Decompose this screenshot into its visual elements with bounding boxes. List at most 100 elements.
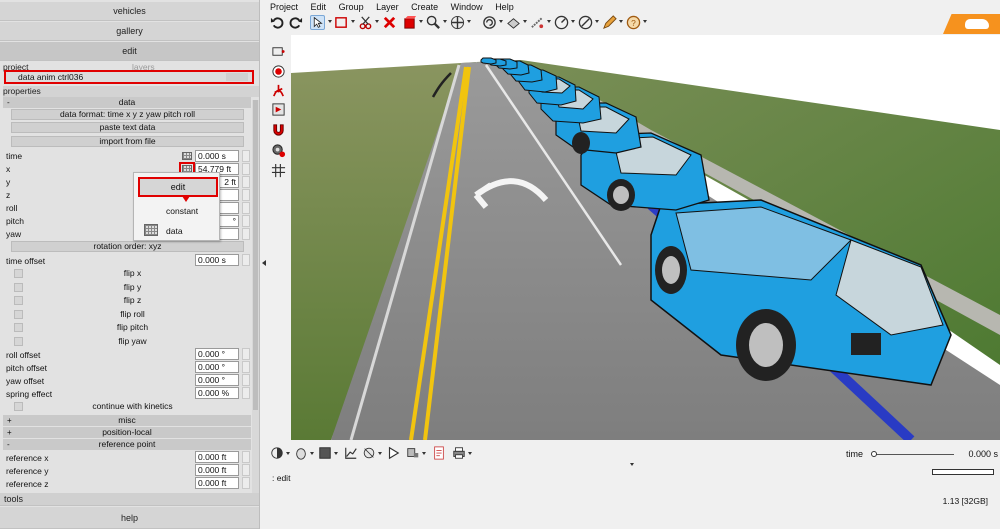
animation-icon[interactable] [271, 102, 286, 117]
surface-icon[interactable] [506, 15, 521, 30]
help-tab[interactable]: help [0, 507, 259, 529]
data-section-header[interactable]: - data [3, 97, 251, 108]
dropdown-caret-icon[interactable] [643, 20, 647, 23]
import-file-button[interactable]: import from file [11, 136, 244, 147]
scene-info-icon[interactable]: ? [626, 15, 641, 30]
color-swatch-icon[interactable] [318, 446, 332, 460]
time-slider-handle[interactable] [871, 451, 877, 457]
menu-help[interactable]: Help [495, 0, 514, 14]
yaw-offset-mini-button[interactable] [242, 374, 250, 386]
frame-step-icon[interactable] [406, 446, 420, 460]
reference-x-mini-button[interactable] [242, 451, 250, 463]
dropdown-caret-icon[interactable] [378, 452, 382, 455]
time-offset-mini-button[interactable] [242, 254, 250, 266]
select-arrow-icon[interactable] [310, 15, 325, 30]
dropdown-caret-icon[interactable] [523, 20, 527, 23]
menu-edit[interactable]: Edit [311, 0, 327, 14]
time-mini-button[interactable] [242, 150, 250, 162]
pitch-offset-mini-button[interactable] [242, 361, 250, 373]
reference-y-mini-button[interactable] [242, 464, 250, 476]
project-selector[interactable]: data anim ctrl036 [4, 70, 254, 84]
flip-checkbox[interactable] [14, 337, 23, 346]
properties-scrollbar[interactable] [252, 100, 259, 495]
paste-text-button[interactable]: paste text data [11, 122, 244, 133]
menu-item-constant[interactable]: constant [166, 206, 198, 216]
zoom-icon[interactable] [426, 15, 441, 30]
reference-point-section-header[interactable]: - reference point [3, 439, 251, 450]
dropdown-caret-icon[interactable] [571, 20, 575, 23]
graph-icon[interactable] [344, 446, 358, 460]
record-icon[interactable] [271, 64, 286, 79]
print-icon[interactable] [452, 446, 466, 460]
settings-icon[interactable] [271, 143, 286, 158]
move-icon[interactable] [450, 15, 465, 30]
misc-section-header[interactable]: + misc [3, 415, 251, 426]
x-mini-button[interactable] [242, 163, 250, 175]
dropdown-caret-icon[interactable] [419, 20, 423, 23]
undo-icon[interactable] [270, 15, 285, 30]
cut-icon[interactable] [358, 15, 373, 30]
redo-icon[interactable] [288, 15, 303, 30]
z-mini-button[interactable] [242, 189, 250, 201]
render-mode-icon[interactable] [294, 446, 308, 460]
dropdown-caret-icon[interactable] [422, 452, 426, 455]
3d-viewport[interactable] [291, 35, 1000, 440]
dropdown-caret-icon[interactable] [547, 20, 551, 23]
data-format-button[interactable]: data format: time x y z yaw pitch roll [11, 109, 244, 120]
gauge-icon[interactable] [554, 15, 569, 30]
camera-view-icon[interactable] [271, 44, 286, 59]
flip-checkbox[interactable] [14, 269, 23, 278]
dropdown-caret-icon[interactable] [351, 20, 355, 23]
reference-x-field[interactable]: 0.000 ft [195, 451, 239, 463]
roll-mini-button[interactable] [242, 202, 250, 214]
dropdown-caret-icon[interactable] [328, 20, 332, 23]
yaw-mini-button[interactable] [242, 228, 250, 240]
dropdown-caret-icon[interactable] [310, 452, 314, 455]
pitch-offset-field[interactable]: 0.000 ° [195, 361, 239, 373]
pencil-icon[interactable] [602, 15, 617, 30]
edit-tab[interactable]: edit [0, 42, 259, 61]
menu-item-edit[interactable]: edit [138, 177, 218, 197]
project-dropdown[interactable] [226, 73, 248, 81]
gallery-tab[interactable]: gallery [0, 22, 259, 41]
continue-kinetics-checkbox[interactable] [14, 402, 23, 411]
play-icon[interactable] [386, 446, 400, 460]
position-local-section-header[interactable]: + position-local [3, 427, 251, 438]
time-offset-field[interactable]: 0.000 s [195, 254, 239, 266]
y-mini-button[interactable] [242, 176, 250, 188]
pitch-mini-button[interactable] [242, 215, 250, 227]
dropdown-caret-icon[interactable] [467, 20, 471, 23]
spring-effect-mini-button[interactable] [242, 387, 250, 399]
rectangle-select-icon[interactable] [334, 15, 349, 30]
reference-z-mini-button[interactable] [242, 477, 250, 489]
measure-icon[interactable] [578, 15, 593, 30]
dropdown-caret-icon[interactable] [499, 20, 503, 23]
dropdown-caret-icon[interactable] [595, 20, 599, 23]
dropdown-caret-icon[interactable] [443, 20, 447, 23]
yaw-offset-field[interactable]: 0.000 ° [195, 374, 239, 386]
reference-z-field[interactable]: 0.000 ft [195, 477, 239, 489]
menu-layer[interactable]: Layer [376, 0, 399, 14]
roll-offset-mini-button[interactable] [242, 348, 250, 360]
tools-tab[interactable]: tools [0, 493, 259, 506]
menu-project[interactable]: Project [270, 0, 298, 14]
spring-effect-field[interactable]: 0.000 % [195, 387, 239, 399]
dropdown-caret-icon[interactable] [334, 452, 338, 455]
reference-y-field[interactable]: 0.000 ft [195, 464, 239, 476]
collapse-panel-arrow-icon[interactable] [262, 260, 266, 266]
dropdown-caret-icon[interactable] [375, 20, 379, 23]
dropdown-caret-icon[interactable] [468, 452, 472, 455]
camera-path-icon[interactable] [530, 15, 545, 30]
magnet-icon[interactable] [271, 122, 286, 137]
shading-icon[interactable] [270, 446, 284, 460]
camera-orbit-icon[interactable] [362, 446, 376, 460]
time-field[interactable]: 0.000 s [195, 150, 239, 162]
time-slider[interactable] [872, 454, 954, 455]
flip-checkbox[interactable] [14, 323, 23, 332]
create-object-icon[interactable] [402, 15, 417, 30]
dropdown-caret-icon[interactable] [630, 463, 634, 466]
rotation-order-button[interactable]: rotation order: xyz [11, 241, 244, 252]
report-icon[interactable] [432, 446, 446, 460]
flip-checkbox[interactable] [14, 310, 23, 319]
flip-checkbox[interactable] [14, 283, 23, 292]
